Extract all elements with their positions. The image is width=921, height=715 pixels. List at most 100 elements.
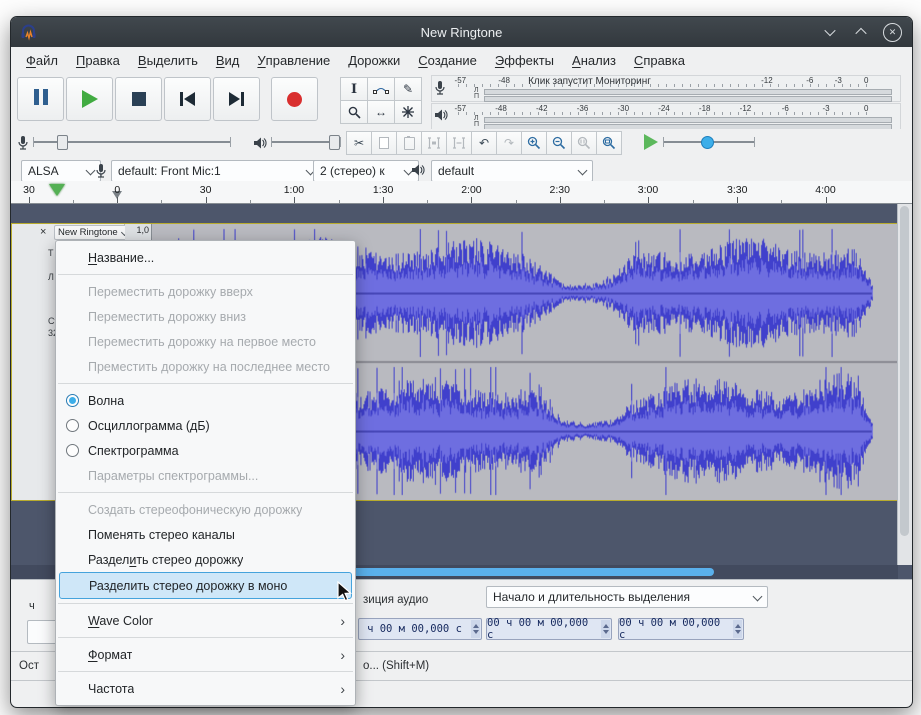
track-name-button[interactable]: New Ringtone xyxy=(54,225,131,240)
menu-item[interactable]: Частота› xyxy=(56,676,355,701)
meter-scale-label: -42 xyxy=(536,104,548,113)
project-rate-label-fragment: ч xyxy=(29,600,35,612)
selection-tool-button[interactable]: I xyxy=(340,77,368,101)
recording-channels-value: 2 (стерео) к xyxy=(320,164,385,178)
menubar-item[interactable]: Эффекты xyxy=(486,47,563,73)
menu-separator xyxy=(58,603,353,604)
recording-channels-dropdown[interactable]: 2 (стерео) к xyxy=(313,160,419,182)
menu-item[interactable]: Формат› xyxy=(56,642,355,667)
menubar-item[interactable]: Правка xyxy=(67,47,129,73)
envelope-tool-button[interactable] xyxy=(367,77,395,101)
cut-button[interactable]: ✂ xyxy=(346,131,372,155)
menu-item[interactable]: Волна xyxy=(56,388,355,413)
selection-duration-field[interactable]: 00 ч 00 м 00,000 с xyxy=(618,618,744,640)
time-shift-tool-button[interactable]: ↔ xyxy=(367,100,395,124)
menu-item-label: Wave Color xyxy=(88,614,153,628)
play-at-speed-button[interactable] xyxy=(644,134,658,150)
timeline-label: 3:00 xyxy=(638,184,658,196)
menubar-item[interactable]: Вид xyxy=(207,47,249,73)
track-close-button[interactable]: × xyxy=(40,225,46,239)
zoom-in-button[interactable] xyxy=(521,131,547,155)
meter-scale-label: -57 xyxy=(455,104,467,113)
menu-item[interactable]: Название... xyxy=(56,245,355,270)
zoom-tool-button[interactable] xyxy=(340,100,368,124)
silence-icon xyxy=(452,137,466,149)
menu-separator xyxy=(58,492,353,493)
skip-to-end-button[interactable] xyxy=(213,77,260,121)
recording-device-dropdown[interactable]: default: Front Mic:1 xyxy=(111,160,321,182)
meter-scale-label: -6 xyxy=(782,104,789,113)
menu-item[interactable]: Wave Color› xyxy=(56,608,355,633)
maximize-button[interactable] xyxy=(852,24,869,41)
redo-button[interactable]: ↷ xyxy=(496,131,522,155)
menu-item-label: Переместить дорожку на первое место xyxy=(88,335,316,349)
stop-button[interactable] xyxy=(115,77,162,121)
selection-start-field[interactable]: 00 ч 00 м 00,000 с xyxy=(486,618,612,640)
zoom-selection-button[interactable] xyxy=(571,131,597,155)
pause-icon xyxy=(32,89,50,110)
menu-item[interactable]: Спектрограмма xyxy=(56,438,355,463)
audio-host-dropdown[interactable]: ALSA xyxy=(21,160,101,182)
minimize-button[interactable] xyxy=(821,24,838,41)
menu-item[interactable]: Осциллограмма (дБ) xyxy=(56,413,355,438)
audio-position-value: ч 00 м 00,000 с xyxy=(367,623,462,635)
status-message-text: о... (Shift+M) xyxy=(363,660,429,672)
titlebar[interactable]: New Ringtone ✕ xyxy=(11,17,912,47)
recording-volume-thumb[interactable] xyxy=(57,135,68,150)
menu-item-label: Спектрограмма xyxy=(88,444,179,458)
spinner-icon[interactable] xyxy=(733,620,742,638)
playback-device-dropdown[interactable]: default xyxy=(431,160,593,182)
undo-button[interactable]: ↶ xyxy=(471,131,497,155)
timeline-pin-icon[interactable] xyxy=(49,184,65,196)
play-icon xyxy=(82,90,98,108)
playback-volume-thumb[interactable] xyxy=(329,135,340,150)
menubar-item[interactable]: Управление xyxy=(248,47,339,73)
menubar-item[interactable]: Дорожки xyxy=(339,47,409,73)
zoom-fit-button[interactable] xyxy=(596,131,622,155)
timeline-tick-minor xyxy=(604,200,605,203)
menubar-item[interactable]: Анализ xyxy=(563,47,625,73)
timeline-tick-minor xyxy=(693,200,694,203)
menu-item[interactable]: Разделить стерео дорожку в моно xyxy=(59,572,352,599)
vertical-scrollbar[interactable] xyxy=(897,204,912,565)
multi-tool-button[interactable] xyxy=(394,100,422,124)
copy-button[interactable] xyxy=(371,131,397,155)
record-button[interactable] xyxy=(271,77,318,121)
zoom-out-button[interactable] xyxy=(546,131,572,155)
paste-button[interactable] xyxy=(396,131,422,155)
spinner-icon[interactable] xyxy=(601,620,610,638)
vertical-scrollbar-thumb[interactable] xyxy=(900,206,909,536)
recording-meter[interactable]: -57-48-12-6-30 Клик запустит Мониторинг … xyxy=(431,75,901,102)
skip-to-start-button[interactable] xyxy=(164,77,211,121)
menubar-item[interactable]: Файл xyxy=(17,47,67,73)
trim-audio-button[interactable] xyxy=(421,131,447,155)
close-button[interactable]: ✕ xyxy=(883,23,902,42)
spinner-icon[interactable] xyxy=(471,620,480,638)
menu-item[interactable]: Поменять стерео каналы xyxy=(56,522,355,547)
pause-button[interactable] xyxy=(17,77,64,121)
playback-volume-slider[interactable] xyxy=(271,134,341,150)
audio-position-field[interactable]: ч 00 м 00,000 с xyxy=(358,618,482,640)
radio-icon xyxy=(66,419,79,432)
meter-scale-label: -3 xyxy=(835,76,842,85)
menu-item[interactable]: Разделить стерео дорожку xyxy=(56,547,355,572)
draw-tool-button[interactable]: ✎ xyxy=(394,77,422,101)
zoom-selection-icon xyxy=(577,136,591,150)
timeline-ruler[interactable]: 300301:001:302:002:303:003:304:00 xyxy=(11,181,912,204)
recording-volume-slider[interactable] xyxy=(33,134,231,150)
menubar-item[interactable]: Справка xyxy=(625,47,694,73)
undo-icon: ↶ xyxy=(479,136,489,150)
audio-host-value: ALSA xyxy=(28,164,59,178)
selection-mode-dropdown[interactable]: Начало и длительность выделения xyxy=(486,586,768,608)
play-speed-slider[interactable] xyxy=(663,134,755,150)
silence-audio-button[interactable] xyxy=(446,131,472,155)
playback-meter[interactable]: -57-48-42-36-30-24-18-12-6-30 ЛП xyxy=(431,103,901,130)
play-button[interactable] xyxy=(66,77,113,121)
menu-separator xyxy=(58,637,353,638)
selection-mode-value: Начало и длительность выделения xyxy=(493,590,690,604)
play-speed-thumb[interactable] xyxy=(701,136,714,149)
meter-scale-label: -12 xyxy=(761,76,773,85)
menubar-item[interactable]: Выделить xyxy=(129,47,207,73)
menu-item-label: Переместить дорожку вверх xyxy=(88,285,253,299)
menubar-item[interactable]: Создание xyxy=(409,47,486,73)
